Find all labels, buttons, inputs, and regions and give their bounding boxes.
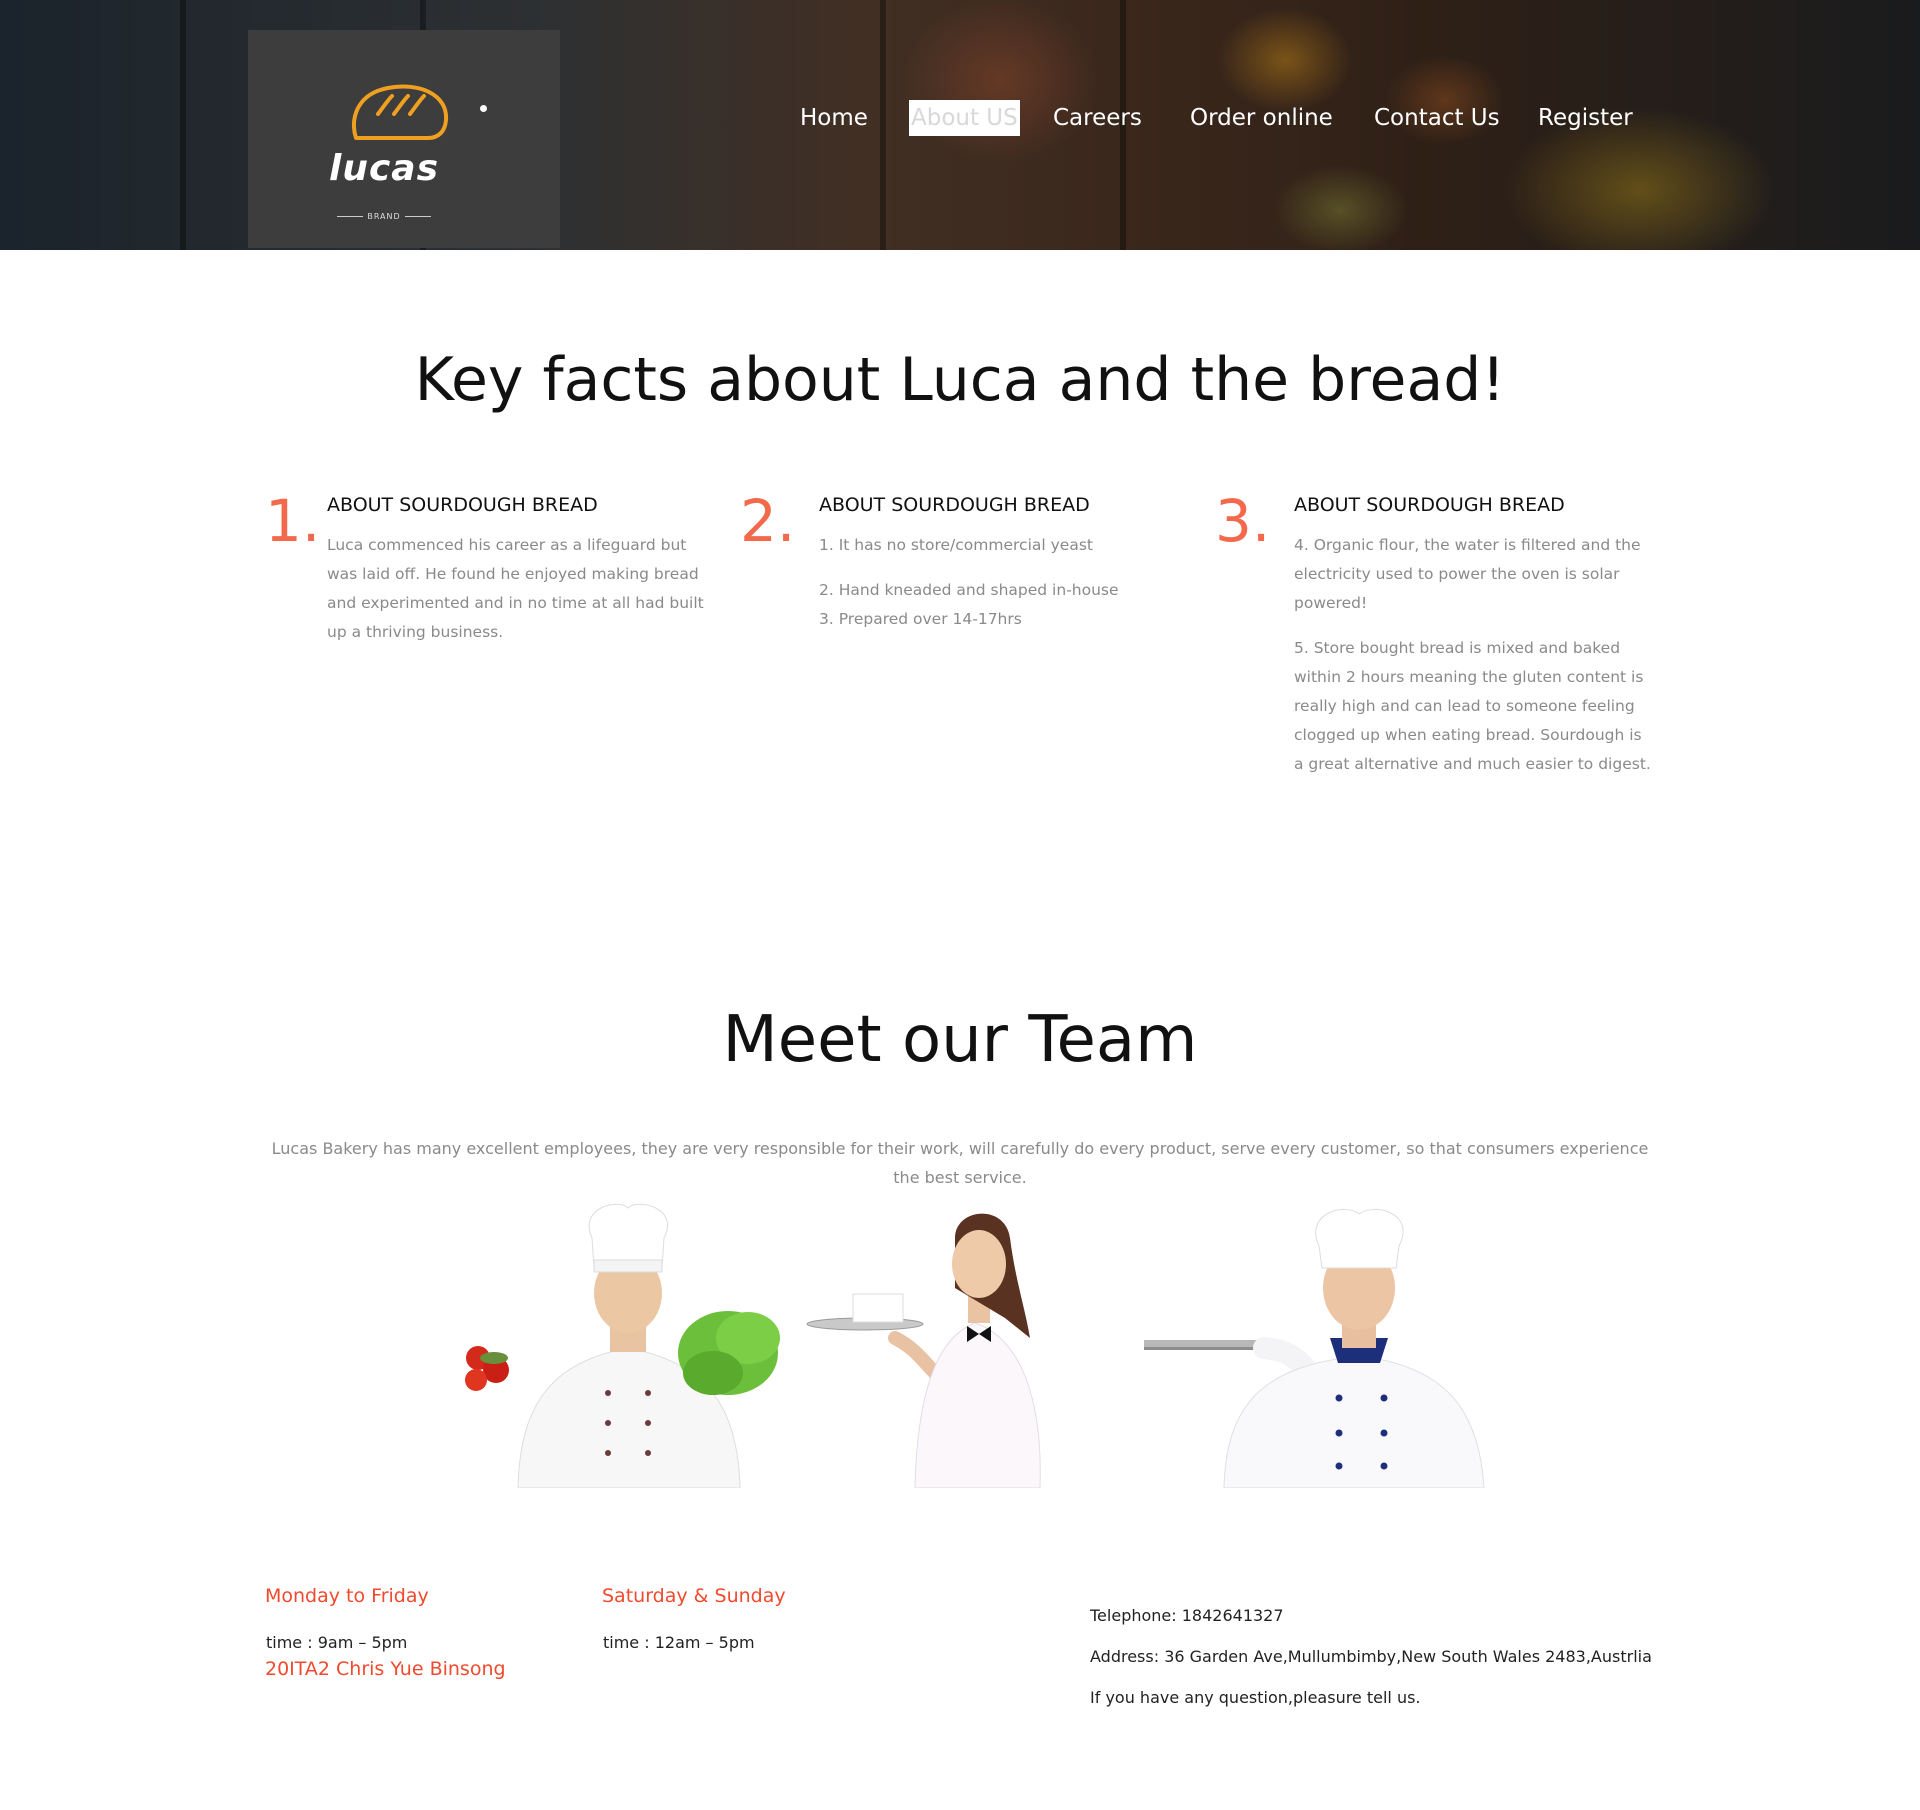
- weekend-hours-time: time : 12am – 5pm: [603, 1633, 755, 1652]
- contact-address: Address: 36 Garden Ave,Mullumbimby,New S…: [1090, 1647, 1652, 1666]
- fact-paragraph: 1. It has no store/commercial yeast: [819, 536, 1093, 554]
- facts-title: Key facts about Luca and the bread!: [414, 345, 1506, 415]
- fact-paragraph: 5. Store bought bread is mixed and baked…: [1294, 639, 1651, 773]
- team-title: Meet our Team: [722, 1003, 1198, 1077]
- fact-body: 1. It has no store/commercial yeast 2. H…: [819, 531, 1199, 634]
- waitress-figure: [806, 1213, 1041, 1488]
- fact-number: 2.: [740, 487, 796, 555]
- fact-body: 4. Organic flour, the water is filtered …: [1294, 531, 1656, 779]
- nav-careers[interactable]: Careers: [1053, 100, 1142, 136]
- nav-home[interactable]: Home: [800, 100, 868, 136]
- fact-body: Luca commenced his career as a lifeguard…: [327, 531, 707, 663]
- nav-contact-us[interactable]: Contact Us: [1374, 100, 1500, 136]
- team-photo-chef-vegetables: [458, 1198, 793, 1488]
- weekday-hours-time: time : 9am – 5pm: [266, 1633, 408, 1652]
- site-credit: 20ITA2 Chris Yue Binsong: [265, 1658, 506, 1680]
- fact-paragraph: Luca commenced his career as a lifeguard…: [327, 536, 704, 641]
- contact-telephone: Telephone: 1842641327: [1090, 1606, 1284, 1625]
- team-photo-waitress: [805, 1198, 1095, 1488]
- fact-paragraph: 2. Hand kneaded and shaped in-house: [819, 581, 1119, 599]
- contact-note: If you have any question,pleasure tell u…: [1090, 1688, 1421, 1707]
- fact-paragraph: 3. Prepared over 14-17hrs: [819, 610, 1022, 628]
- fact-paragraph: 4. Organic flour, the water is filtered …: [1294, 536, 1641, 612]
- nav-register[interactable]: Register: [1538, 100, 1633, 136]
- main-nav: Home About US Careers Order online Conta…: [0, 100, 1920, 140]
- team-photo-chef-tray: [1144, 1198, 1494, 1488]
- hero-header: lucas BRAND Home About US Careers Order …: [0, 0, 1920, 250]
- fact-number: 3.: [1215, 487, 1271, 555]
- logo-wordmark: lucas: [328, 148, 440, 189]
- chef-vegetables-figure: [465, 1203, 780, 1488]
- weekday-hours-label: Monday to Friday: [265, 1585, 429, 1607]
- fact-heading: ABOUT SOURDOUGH BREAD: [819, 494, 1090, 516]
- fact-heading: ABOUT SOURDOUGH BREAD: [327, 494, 598, 516]
- weekend-hours-label: Saturday & Sunday: [602, 1585, 786, 1607]
- fact-number: 1.: [265, 487, 321, 555]
- logo-tagline: BRAND: [248, 212, 560, 221]
- fact-heading: ABOUT SOURDOUGH BREAD: [1294, 494, 1565, 516]
- team-description: Lucas Bakery has many excellent employee…: [271, 1139, 1649, 1187]
- nav-about-us[interactable]: About US: [909, 100, 1020, 136]
- chef-tray-figure: [1144, 1209, 1485, 1488]
- nav-order-online[interactable]: Order online: [1190, 100, 1333, 136]
